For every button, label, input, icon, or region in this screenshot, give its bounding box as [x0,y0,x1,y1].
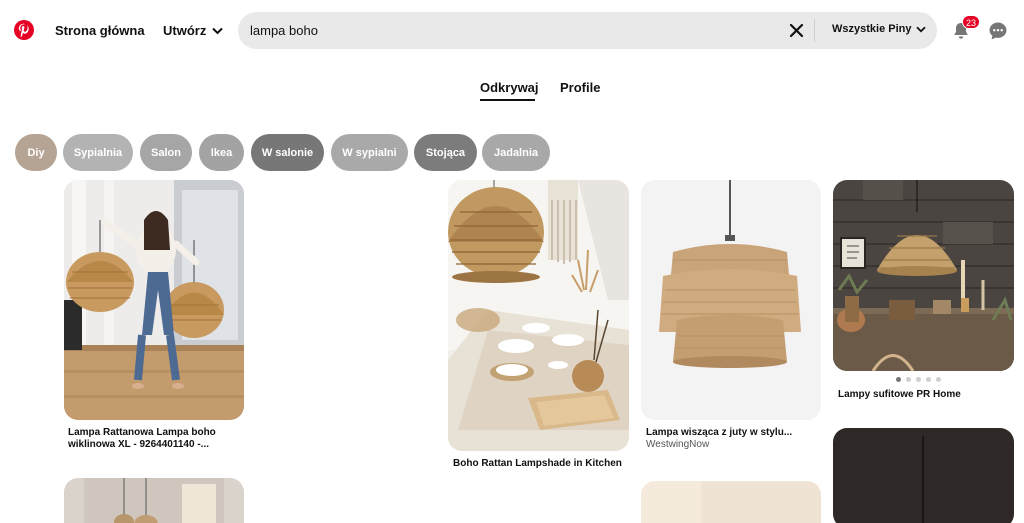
top-bar: Strona główna Utwórz Wszystkie Piny 23 [0,0,1024,62]
pin-image-beige-wall[interactable] [641,481,821,523]
chip-label: W salonie [261,146,314,159]
pin-title[interactable]: Lampa Rattanowa Lampa boho wiklinowa XL … [68,427,244,451]
chip-label: Jadalnia [493,146,539,159]
pinterest-logo-icon[interactable] [14,20,34,40]
pin-source[interactable]: WestwingNow [646,439,822,451]
pin-filter-dropdown[interactable]: Wszystkie Piny [832,23,927,35]
chip-standing[interactable]: Stojąca [414,134,477,171]
pin-image-jute-pendant[interactable] [641,180,821,420]
chip-in-bedroom[interactable]: W sypialni [331,134,408,171]
chevron-down-icon [916,26,927,32]
chip-label: Salon [151,146,181,159]
carousel-dot[interactable] [906,377,911,382]
home-link[interactable]: Strona główna [55,23,145,38]
messages-icon[interactable] [988,21,1008,41]
pin-image-hanging-lamp-window[interactable] [64,478,244,523]
chip-diy[interactable]: Diy [15,134,57,171]
search-input[interactable] [250,12,770,49]
pin-image-dark-pendant[interactable] [833,428,1014,523]
chip-bedroom[interactable]: Sypialnia [63,134,133,171]
notification-count-badge: 23 [962,15,981,29]
pin-image-boho-kitchen[interactable] [448,180,629,451]
search-divider [814,19,815,42]
pin-image-rustic-ceiling-lamp[interactable] [833,180,1014,371]
carousel-dot[interactable] [936,377,941,382]
chip-label: Stojąca [425,146,466,159]
chip-dining-room[interactable]: Jadalnia [482,134,550,171]
search-bar: Wszystkie Piny [238,12,937,49]
pin-title[interactable]: Lampa wisząca z juty w stylu... [646,427,822,439]
create-menu[interactable]: Utwórz [163,23,224,38]
carousel-dot[interactable] [896,377,901,382]
carousel-dot[interactable] [926,377,931,382]
pin-image-rattan-lamps-woman[interactable] [64,180,244,420]
pin-title[interactable]: Lampy sufitowe PR Home [838,389,1014,401]
close-icon[interactable] [788,22,805,39]
chip-label: Diy [27,146,45,159]
carousel-dot[interactable] [916,377,921,382]
chip-label: Ikea [210,146,233,159]
tab-profiles[interactable]: Profile [560,80,600,95]
chip-in-living-room[interactable]: W salonie [251,134,324,171]
pin-title[interactable]: Boho Rattan Lampshade in Kitchen [453,458,629,470]
chip-ikea[interactable]: Ikea [199,134,244,171]
tab-discover[interactable]: Odkrywaj [480,80,539,95]
chip-living-room[interactable]: Salon [140,134,192,171]
filter-label: Wszystkie Piny [832,23,912,35]
carousel-indicator [896,377,941,382]
chip-label: W sypialni [342,146,397,159]
active-tab-indicator [480,99,535,101]
create-label: Utwórz [163,23,207,38]
chevron-down-icon [212,27,224,34]
chip-label: Sypialnia [73,146,123,159]
